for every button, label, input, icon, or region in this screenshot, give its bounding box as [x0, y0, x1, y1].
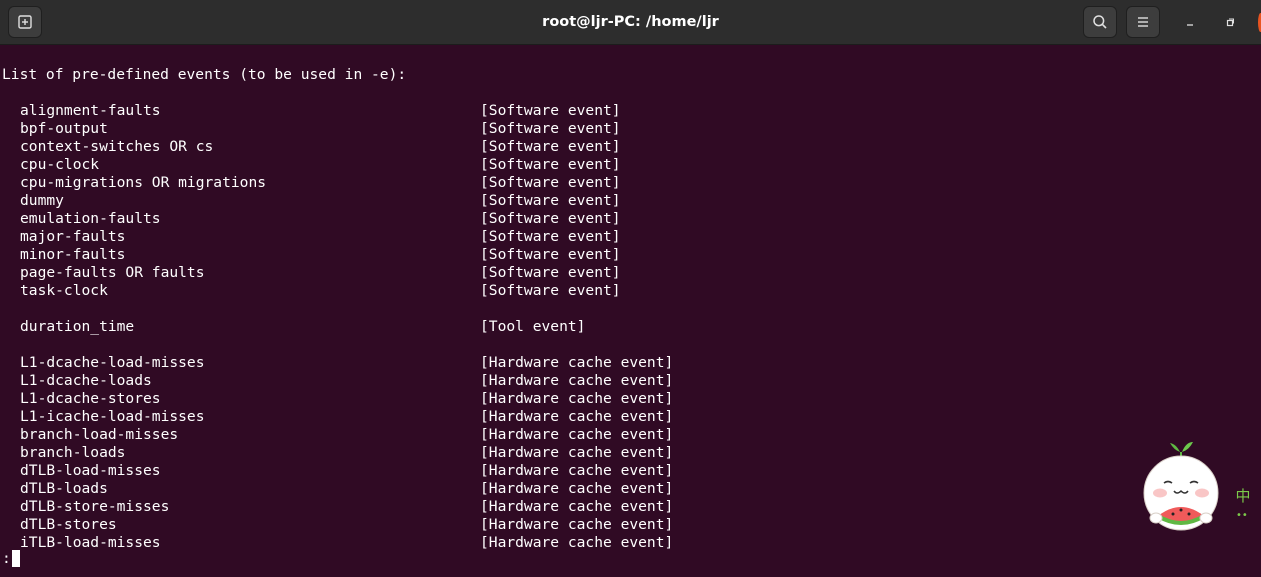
event-type: [Hardware cache event] — [480, 444, 674, 461]
event-row: L1-dcache-stores [Hardware cache event] — [2, 390, 802, 408]
event-name: L1-dcache-load-misses — [20, 354, 205, 371]
event-row: dTLB-stores [Hardware cache event] — [2, 516, 802, 534]
event-name: duration_time — [20, 318, 135, 335]
minimize-icon — [1187, 24, 1193, 26]
watermelon-mascot-icon[interactable] — [1140, 438, 1224, 538]
event-row: task-clock [Software event] — [2, 282, 802, 300]
event-name: alignment-faults — [20, 102, 161, 119]
event-name: L1-dcache-stores — [20, 390, 161, 407]
event-type: [Software event] — [480, 156, 621, 173]
event-row: duration_time [Tool event] — [2, 318, 802, 336]
event-name: emulation-faults — [20, 210, 161, 227]
event-type: [Hardware cache event] — [480, 408, 674, 425]
event-row: cpu-clock [Software event] — [2, 156, 802, 174]
event-row: page-faults OR faults [Software event] — [2, 264, 802, 282]
event-name: dummy — [20, 192, 64, 209]
event-type: [Hardware cache event] — [480, 390, 674, 407]
event-row: L1-dcache-load-misses [Hardware cache eve… — [2, 354, 802, 372]
search-button[interactable] — [1083, 6, 1117, 38]
event-name: dTLB-loads — [20, 480, 108, 497]
event-name: task-clock — [20, 282, 108, 299]
title-bar: root@ljr-PC: /home/ljr — [0, 0, 1261, 45]
event-type: [Hardware cache event] — [480, 462, 674, 479]
window-title: root@ljr-PC: /home/ljr — [542, 14, 719, 30]
close-button[interactable] — [1251, 12, 1261, 32]
event-row: dTLB-loads [Hardware cache event] — [2, 480, 802, 498]
search-icon — [1093, 15, 1107, 29]
event-type: [Hardware cache event] — [480, 498, 674, 515]
event-name: context-switches OR cs — [20, 138, 214, 155]
prompt-text: : — [2, 550, 11, 567]
pager-prompt[interactable]: : — [2, 550, 20, 568]
event-row: cpu-migrations OR migrations [Software ev… — [2, 174, 802, 192]
event-row: L1-icache-load-misses [Hardware cache eve… — [2, 408, 802, 426]
event-name: iTLB-load-misses — [20, 534, 161, 551]
event-row: L1-dcache-loads [Hardware cache event] — [2, 372, 802, 390]
event-type: [Software event] — [480, 228, 621, 245]
event-name: branch-load-misses — [20, 426, 179, 443]
ime-status-dots: •• — [1236, 510, 1248, 521]
event-type: [Hardware cache event] — [480, 372, 674, 389]
event-type: [Hardware cache event] — [480, 426, 674, 443]
hamburger-menu-icon — [1138, 17, 1148, 27]
event-type: [Software event] — [480, 120, 621, 137]
maximize-button[interactable] — [1220, 12, 1240, 32]
event-row: major-faults [Software event] — [2, 228, 802, 246]
event-row: branch-loads [Hardware cache event] — [2, 444, 802, 462]
event-type: [Software event] — [480, 264, 621, 281]
event-name: cpu-clock — [20, 156, 100, 173]
event-name: L1-dcache-loads — [20, 372, 152, 389]
event-name: dTLB-store-misses — [20, 498, 170, 515]
event-row: minor-faults [Software event] — [2, 246, 802, 264]
event-name: branch-loads — [20, 444, 126, 461]
event-name: L1-icache-load-misses — [20, 408, 205, 425]
event-type: [Software event] — [480, 282, 621, 299]
maximize-icon — [1226, 18, 1234, 27]
event-type: [Hardware cache event] — [480, 480, 674, 497]
event-name: dTLB-load-misses — [20, 462, 161, 479]
text-cursor — [11, 550, 20, 567]
event-row: dTLB-load-misses [Hardware cache event] — [2, 462, 802, 480]
minimize-button[interactable] — [1180, 12, 1200, 32]
event-name: major-faults — [20, 228, 126, 245]
event-row: alignment-faults [Software event] — [2, 102, 802, 120]
event-name: cpu-migrations OR migrations — [20, 174, 267, 191]
event-row: emulation-faults [Software event] — [2, 210, 802, 228]
event-type: [Software event] — [480, 138, 621, 155]
list-heading: List of pre-defined events (to be used i… — [2, 66, 407, 83]
event-row: branch-load-misses [Hardware cache event] — [2, 426, 802, 444]
new-tab-icon — [18, 15, 32, 29]
event-type: [Software event] — [480, 102, 621, 119]
new-tab-button[interactable] — [8, 6, 42, 38]
event-row: dTLB-store-misses [Hardware cache event] — [2, 498, 802, 516]
event-name: page-faults OR faults — [20, 264, 205, 281]
event-row: iTLB-load-misses [Hardware cache event] — [2, 534, 802, 552]
event-type: [Software event] — [480, 246, 621, 263]
event-name: bpf-output — [20, 120, 108, 137]
event-type: [Hardware cache event] — [480, 516, 674, 533]
terminal-output[interactable]: List of pre-defined events (to be used i… — [0, 45, 1261, 577]
event-row: context-switches OR cs [Software event] — [2, 138, 802, 156]
event-type: [Software event] — [480, 174, 621, 191]
menu-button[interactable] — [1126, 6, 1160, 38]
event-name: dTLB-stores — [20, 516, 117, 533]
event-type: [Software event] — [480, 192, 621, 209]
event-type: [Tool event] — [480, 318, 586, 335]
event-type: [Hardware cache event] — [480, 534, 674, 551]
event-row: dummy [Software event] — [2, 192, 802, 210]
event-row: bpf-output [Software event] — [2, 120, 802, 138]
event-type: [Software event] — [480, 210, 621, 227]
event-type: [Hardware cache event] — [480, 354, 674, 371]
event-name: minor-faults — [20, 246, 126, 263]
